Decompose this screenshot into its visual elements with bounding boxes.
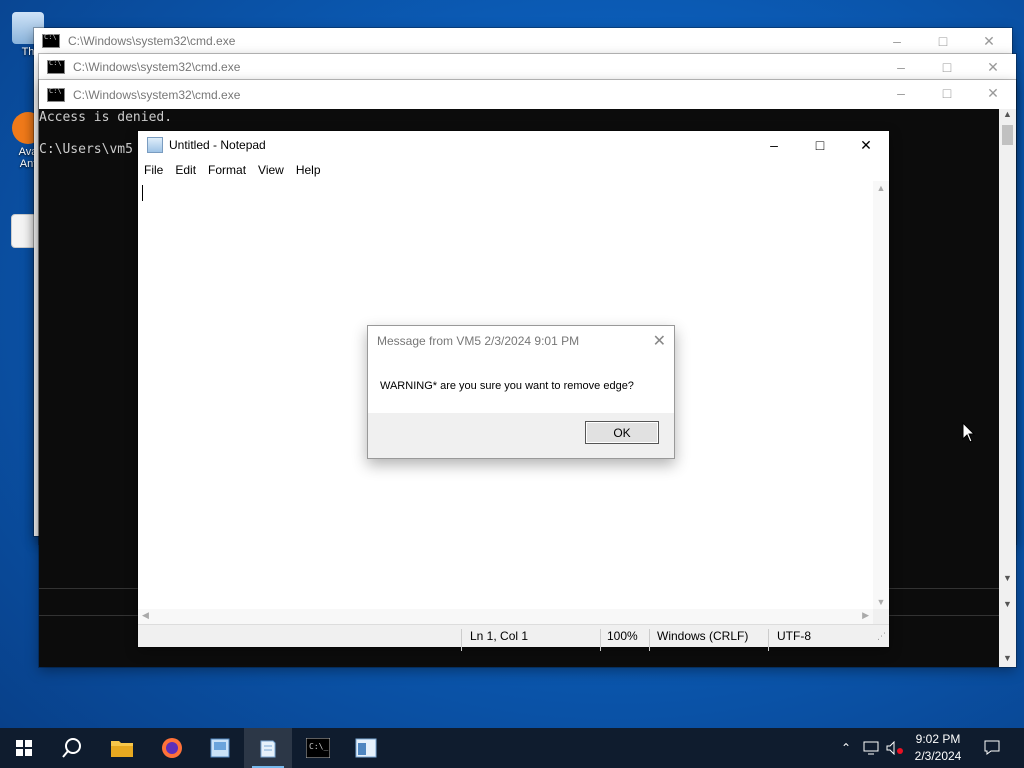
window-title: C:\Windows\system32\cmd.exe [73, 87, 241, 102]
console-line: Access is denied. [39, 110, 173, 125]
minimize-button[interactable]: – [878, 80, 924, 106]
menu-format[interactable]: Format [202, 161, 252, 181]
search-icon [62, 738, 81, 758]
status-position: Ln 1, Col 1 [470, 629, 529, 643]
show-hidden-icons-button[interactable]: ⌃ [836, 728, 856, 768]
status-separator [461, 629, 462, 651]
dialog-message: WARNING* are you sure you want to remove… [380, 380, 634, 392]
close-icon[interactable]: ✕ [653, 331, 666, 351]
status-separator [649, 629, 650, 651]
taskbar-file-explorer[interactable] [98, 728, 146, 768]
chevron-up-icon: ⌃ [840, 741, 852, 755]
scroll-right-icon[interactable]: ▶ [862, 610, 869, 621]
taskbar-firefox[interactable] [148, 728, 196, 768]
network-icon [863, 741, 879, 755]
maximize-button[interactable]: □ [920, 28, 966, 54]
dialog-title: Message from VM5 2/3/2024 9:01 PM [377, 334, 580, 348]
scroll-up-icon[interactable]: ▲ [873, 183, 889, 193]
clock-date: 2/3/2024 [914, 749, 962, 763]
scrollbar-corner [873, 609, 889, 625]
message-dialog[interactable]: Message from VM5 2/3/2024 9:01 PM ✕ WARN… [367, 325, 675, 459]
firefox-icon [162, 738, 182, 758]
start-icon [16, 740, 32, 756]
menu-help[interactable]: Help [290, 161, 327, 181]
scroll-up-icon[interactable]: ▲ [999, 109, 1016, 123]
menu-edit[interactable]: Edit [169, 161, 202, 181]
window-title: C:\Windows\system32\cmd.exe [73, 60, 241, 74]
close-button[interactable]: ✕ [970, 80, 1016, 106]
window-title: C:\Windows\system32\cmd.exe [68, 34, 236, 48]
file-explorer-icon [111, 741, 133, 757]
minimize-button[interactable]: – [751, 131, 797, 159]
taskbar-image-viewer[interactable] [196, 728, 244, 768]
notification-icon [984, 740, 1000, 755]
close-button[interactable]: ✕ [843, 131, 889, 159]
search-button[interactable] [48, 728, 96, 768]
status-zoom: 100% [607, 629, 638, 643]
maximize-button[interactable]: □ [924, 80, 970, 106]
cmd-icon [42, 33, 60, 48]
window-app-icon [355, 738, 377, 758]
clock-time: 9:02 PM [915, 732, 961, 746]
taskbar-notepad[interactable] [244, 728, 292, 768]
taskbar: C:\_ ⌃ 9:02 PM 2/3/2024 [0, 728, 1024, 768]
desktop-icon-label: Th [21, 46, 35, 58]
scroll-down-icon[interactable]: ▼ [999, 599, 1016, 613]
resize-grip-icon[interactable]: ⋰ [877, 631, 886, 642]
maximize-button[interactable]: □ [924, 54, 970, 80]
editor-horizontal-scrollbar[interactable]: ◀ ▶ [138, 609, 873, 625]
minimize-button[interactable]: – [878, 54, 924, 80]
status-line-endings: Windows (CRLF) [657, 629, 749, 643]
status-encoding: UTF-8 [777, 629, 811, 643]
close-button[interactable]: ✕ [966, 28, 1012, 54]
cmd-titlebar[interactable]: C:\Windows\system32\cmd.exe – □ ✕ [34, 28, 1012, 54]
scroll-left-icon[interactable]: ◀ [142, 610, 149, 621]
scroll-down-icon[interactable]: ▼ [999, 653, 1016, 667]
minimize-button[interactable]: – [874, 28, 920, 54]
notepad-icon [147, 137, 163, 153]
scroll-down-icon[interactable]: ▼ [873, 597, 889, 607]
cmd-titlebar[interactable]: C:\Windows\system32\cmd.exe – □ ✕ [39, 80, 1016, 109]
menu-file[interactable]: File [138, 161, 169, 181]
svg-text:C:\_: C:\_ [309, 742, 328, 751]
image-viewer-icon [210, 738, 230, 758]
scrollbar-thumb[interactable] [1002, 125, 1013, 145]
cmd-icon [47, 59, 65, 74]
network-tray-button[interactable] [860, 728, 882, 768]
start-button[interactable] [0, 728, 48, 768]
text-caret [142, 185, 143, 201]
notifications-button[interactable] [978, 728, 1006, 768]
dialog-footer: OK [368, 413, 674, 458]
notepad-icon [260, 740, 276, 758]
taskbar-window-app[interactable] [342, 728, 390, 768]
status-separator [600, 629, 601, 651]
console-line: C:\Users\vm5 [39, 142, 133, 157]
menu-bar: File Edit Format View Help [138, 161, 889, 181]
console-scrollbar[interactable]: ▲ ▼ ▼ ▼ [999, 109, 1016, 667]
cmd-titlebar[interactable]: C:\Windows\system32\cmd.exe – □ ✕ [39, 54, 1016, 80]
status-bar: Ln 1, Col 1 100% Windows (CRLF) UTF-8 ⋰ [138, 624, 889, 651]
close-button[interactable]: ✕ [970, 54, 1016, 80]
cmd-icon: C:\_ [306, 738, 330, 758]
menu-view[interactable]: View [252, 161, 290, 181]
notepad-titlebar[interactable]: Untitled - Notepad – □ ✕ [138, 131, 889, 159]
ok-button[interactable]: OK [585, 421, 659, 444]
taskbar-cmd[interactable]: C:\_ [294, 728, 342, 768]
maximize-button[interactable]: □ [797, 131, 843, 159]
window-title: Untitled - Notepad [169, 138, 266, 152]
cmd-icon [47, 87, 65, 102]
taskbar-clock[interactable]: 9:02 PM 2/3/2024 [902, 731, 974, 765]
mouse-cursor-icon [962, 422, 976, 443]
status-separator [768, 629, 769, 651]
editor-vertical-scrollbar[interactable]: ▲ ▼ [873, 181, 889, 609]
scroll-down-icon[interactable]: ▼ [999, 573, 1016, 587]
